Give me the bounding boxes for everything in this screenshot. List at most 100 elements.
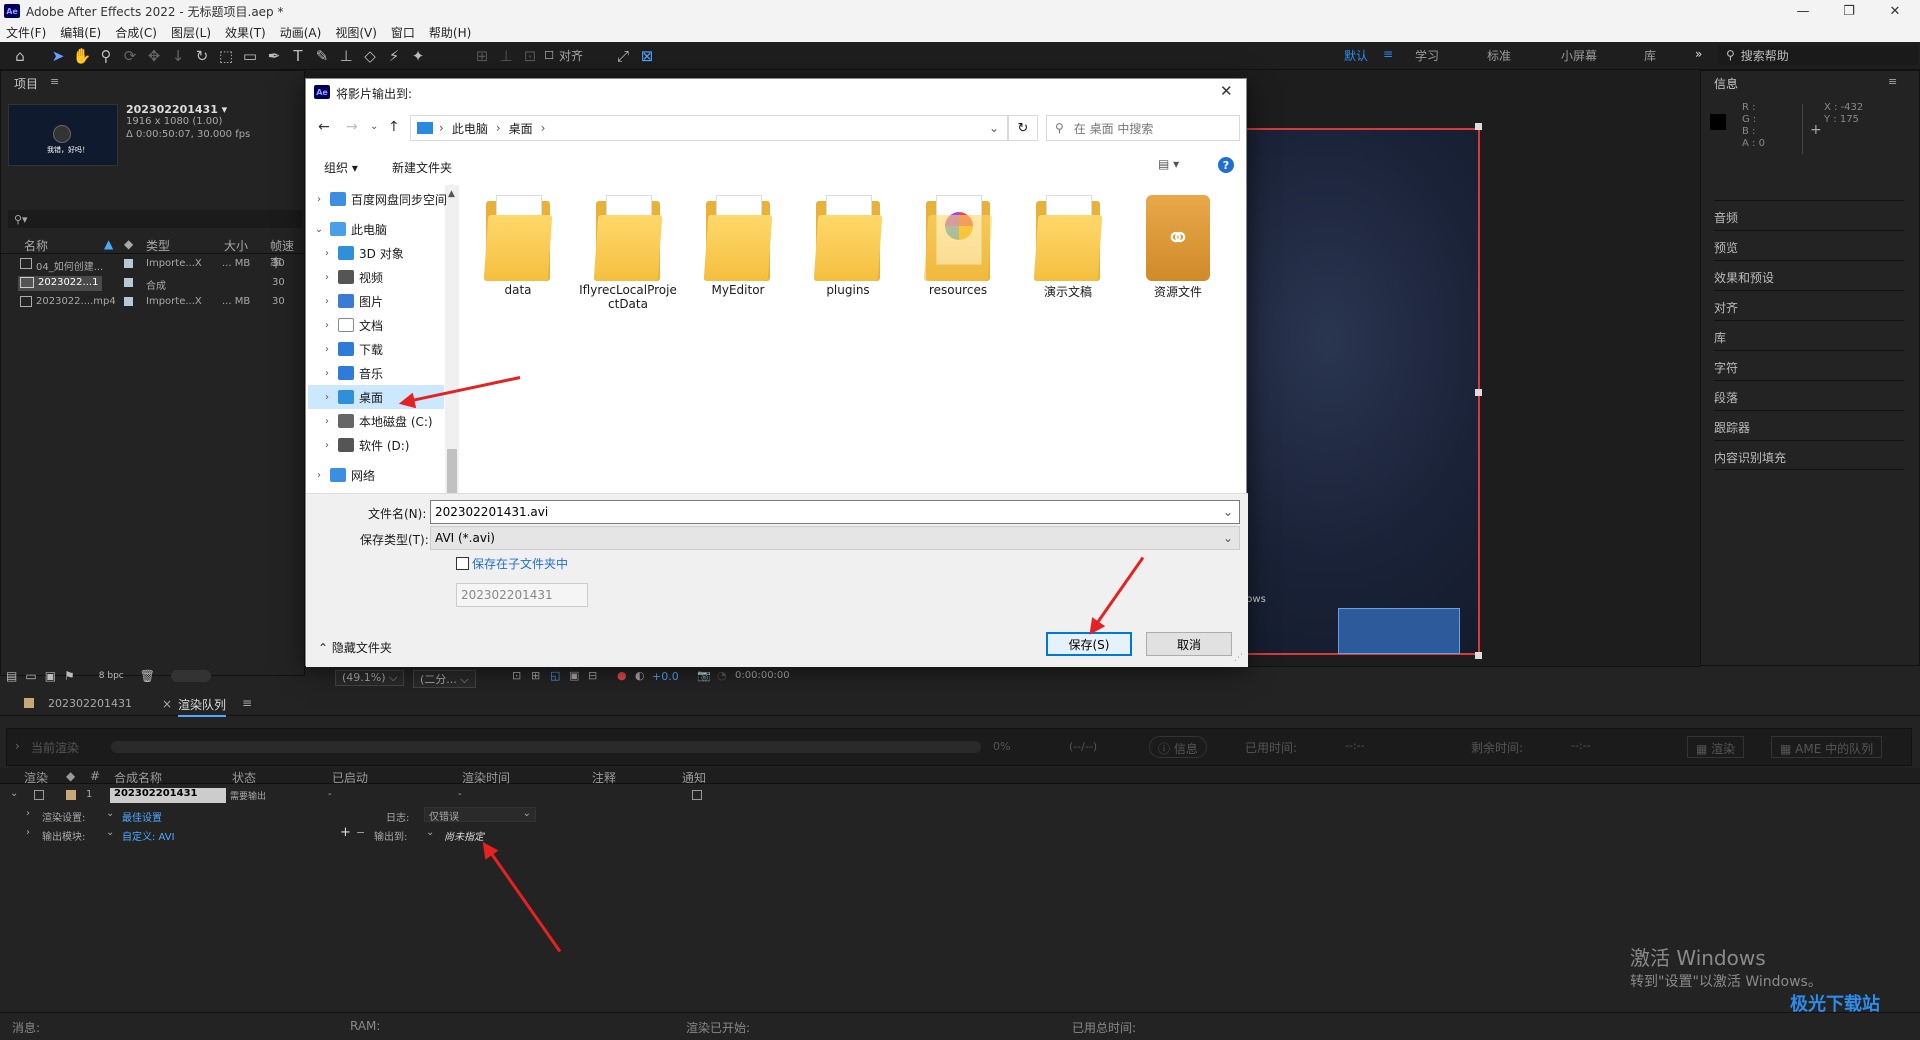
col-notify[interactable]: 通知 (682, 769, 706, 786)
render-button[interactable]: ▦ 渲染 (1687, 736, 1745, 758)
eraser-tool-icon[interactable]: ◇ (358, 45, 382, 67)
chevron-down-icon[interactable]: ⌄ (426, 827, 434, 838)
filetype-select[interactable]: AVI (*.avi) ⌄ (430, 526, 1240, 550)
refresh-icon[interactable]: ↻ (1008, 115, 1038, 141)
save-button[interactable]: 保存(S) (1046, 632, 1132, 656)
folder-resource-files[interactable]: ⚭ 资源文件 (1126, 195, 1230, 300)
axis-local-icon[interactable]: ⊞ (470, 45, 494, 67)
notify-checkbox[interactable] (692, 790, 702, 800)
label-color-swatch[interactable] (124, 259, 133, 268)
menu-view[interactable]: 视图(V) (335, 24, 377, 41)
new-folder-icon[interactable]: ▭ (25, 669, 36, 683)
nav-disk-d[interactable]: › 软件 (D:) (320, 433, 409, 457)
label-tag-icon[interactable]: ◆ (66, 769, 75, 783)
interpret-footage-icon[interactable]: ▤ (6, 669, 17, 683)
close-tab-icon[interactable]: × (162, 697, 172, 711)
expand-icon[interactable]: › (26, 827, 30, 838)
type-tool-icon[interactable]: T (286, 45, 310, 67)
up-icon[interactable]: ↑ (388, 119, 400, 135)
folder-resources[interactable]: resources (906, 195, 1010, 297)
panel-library[interactable]: 库 (1714, 320, 1904, 350)
pen-tool-icon[interactable]: ✒ (262, 45, 286, 67)
col-status[interactable]: 状态 (232, 769, 256, 786)
brush-tool-icon[interactable]: ✎ (310, 45, 334, 67)
home-icon[interactable]: ⌂ (8, 45, 32, 67)
expand-icon[interactable]: ⌄ (10, 788, 18, 799)
table-row[interactable]: ⌄ 1 202302201431 需要输出 - - (0, 787, 1920, 805)
recent-chevron-icon[interactable]: ⌄ (370, 121, 378, 132)
close-icon[interactable]: ✕ (1220, 82, 1233, 100)
tab-render-queue[interactable]: 渲染队列 (178, 696, 227, 717)
workspace-standard[interactable]: 标准 (1487, 47, 1511, 64)
panel-align[interactable]: 对齐 (1714, 290, 1904, 320)
zoom-dropdown[interactable]: (49.1%) ⌵ (335, 670, 405, 686)
output-module-link[interactable]: 自定义: AVI (122, 828, 175, 843)
new-folder-button[interactable]: 新建文件夹 (392, 159, 452, 176)
axis-view-icon[interactable]: ⊡ (518, 45, 542, 67)
frame-handle[interactable] (1475, 652, 1482, 659)
guides-icon[interactable]: ⊟ (588, 669, 597, 682)
menu-composition[interactable]: 合成(C) (115, 24, 157, 41)
trash-icon[interactable]: 🗑 (140, 669, 155, 683)
folder-iflyrec[interactable]: IflyrecLocalProjectData (576, 195, 680, 311)
subfolder-checkbox[interactable] (456, 557, 469, 570)
render-settings-link[interactable]: 最佳设置 (122, 809, 162, 824)
resize-grip-icon[interactable]: ⋰ (1234, 653, 1243, 663)
workspace-learn[interactable]: 学习 (1415, 47, 1439, 64)
menu-layer[interactable]: 图层(L) (171, 24, 211, 41)
col-name[interactable]: 名称 (24, 237, 48, 254)
remove-output-icon[interactable]: − (356, 826, 365, 839)
chevron-down-icon[interactable]: ⌄ (989, 121, 999, 135)
filename-input[interactable]: 202302201431.avi ⌄ (430, 500, 1240, 524)
mask-visibility-icon[interactable]: ◱ (550, 669, 560, 682)
table-row[interactable]: 2023022...1 合成 30 (0, 275, 305, 293)
panel-effects-presets[interactable]: 效果和预设 (1714, 260, 1904, 290)
maximize-icon[interactable]: ❐ (1826, 0, 1872, 22)
nav-videos[interactable]: › 视频 (320, 265, 383, 289)
workspace-more-icon[interactable]: » (1695, 47, 1702, 61)
workspace-default[interactable]: 默认 (1344, 47, 1368, 64)
nav-pictures[interactable]: › 图片 (320, 289, 383, 313)
back-icon[interactable]: ← (318, 119, 330, 135)
hand-tool-icon[interactable]: ✋ (70, 45, 94, 67)
menu-help[interactable]: 帮助(H) (429, 24, 471, 41)
menu-file[interactable]: 文件(F) (6, 24, 46, 41)
dolly-tool-icon[interactable]: ↓ (166, 45, 190, 67)
menu-animation[interactable]: 动画(A) (280, 24, 322, 41)
table-row[interactable]: 2023022....mp4 Importe...X ... MB 30 (0, 294, 305, 312)
selection-tool-icon[interactable]: ➤ (46, 45, 70, 67)
nav-3d-objects[interactable]: › 3D 对象 (320, 241, 404, 265)
color-channel-icon[interactable]: ● (617, 669, 627, 682)
nav-music[interactable]: › 音乐 (320, 361, 383, 385)
resolution-dropdown[interactable]: (二分... ⌵ (413, 670, 476, 688)
subfolder-name-input[interactable]: 202302201431 (456, 583, 588, 607)
folder-myeditor[interactable]: MyEditor (686, 195, 790, 297)
workspace-small-screen[interactable]: 小屏幕 (1561, 47, 1597, 64)
orbit-tool-icon[interactable]: ⟳ (118, 45, 142, 67)
forward-icon[interactable]: → (346, 119, 358, 135)
help-search[interactable]: ⚲ 搜索帮助 (1718, 45, 1918, 65)
roto-brush-icon[interactable]: ⚡ (382, 45, 406, 67)
subfolder-label[interactable]: 保存在子文件夹中 (472, 555, 568, 572)
add-output-icon[interactable]: + (340, 825, 351, 840)
panel-menu-icon[interactable]: ≡ (50, 75, 59, 88)
nav-documents[interactable]: › 文档 (320, 313, 383, 337)
workspace-library[interactable]: 库 (1644, 47, 1656, 64)
nav-this-pc[interactable]: ⌄ 此电脑 (312, 217, 387, 241)
breadcrumb-this-pc[interactable]: 此电脑 (452, 120, 488, 137)
sort-asc-icon[interactable]: ▲ (104, 237, 113, 251)
zoom-tool-icon[interactable]: ⚲ (94, 45, 118, 67)
nav-network[interactable]: › 网络 (312, 463, 375, 487)
panel-content-aware-fill[interactable]: 内容识别填充 (1714, 440, 1904, 470)
col-render-time[interactable]: 渲染时间 (462, 769, 510, 786)
col-number[interactable]: # (90, 769, 100, 783)
panel-preview[interactable]: 预览 (1714, 230, 1904, 260)
hide-folders-toggle[interactable]: ⌃ 隐藏文件夹 (318, 639, 392, 656)
nav-downloads[interactable]: › 下载 (320, 337, 383, 361)
viewer-timecode[interactable]: 0:00:00:00 (735, 670, 790, 681)
panel-menu-icon[interactable]: ≡ (1888, 75, 1897, 88)
snap-features-icon[interactable]: ⊠ (635, 45, 659, 67)
panel-paragraph[interactable]: 段落 (1714, 380, 1904, 410)
folder-plugins[interactable]: plugins (796, 195, 900, 297)
snap-edges-icon[interactable]: ⤢ (611, 45, 635, 67)
